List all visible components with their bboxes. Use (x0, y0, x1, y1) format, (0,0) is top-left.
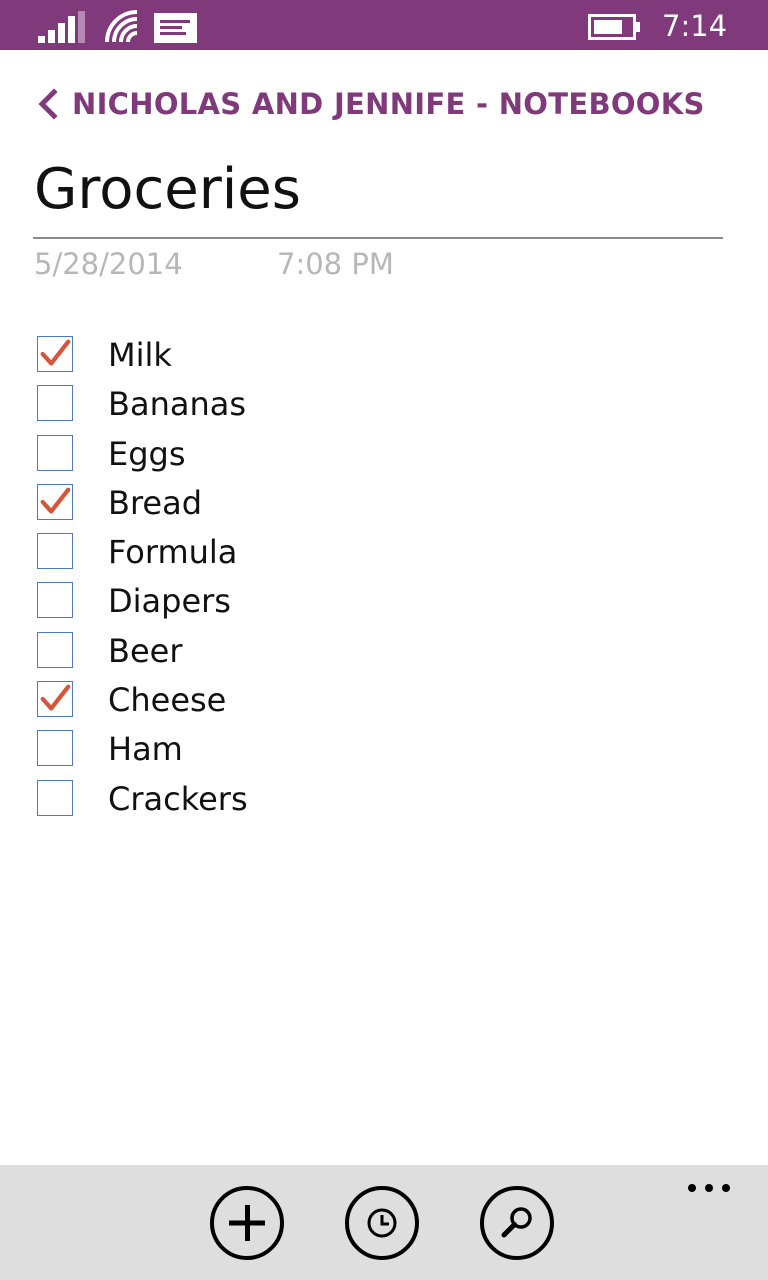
checkbox[interactable] (37, 730, 73, 767)
message-icon (154, 13, 197, 43)
checklist-item: Diapers (36, 578, 716, 627)
signal-strength-icon (38, 11, 85, 43)
checklist-item: Ham (36, 726, 716, 775)
checklist-item-label[interactable]: Milk (108, 332, 172, 378)
checklist-item-label[interactable]: Beer (108, 628, 182, 674)
breadcrumb-label: NICHOLAS AND JENNIFE - NOTEBOOKS (72, 87, 705, 121)
recent-clock-icon (345, 1186, 419, 1260)
checklist-item-label[interactable]: Cheese (108, 677, 226, 723)
checklist-item: Bananas (36, 381, 716, 430)
checkmark-icon (40, 339, 71, 366)
battery-icon (588, 14, 640, 40)
checkmark-icon (40, 487, 71, 514)
checkbox[interactable] (37, 385, 73, 422)
add-icon (210, 1186, 284, 1260)
checklist-item: Eggs (36, 431, 716, 480)
checklist-item-label[interactable]: Diapers (108, 578, 231, 624)
checklist-item-label[interactable]: Formula (108, 529, 237, 575)
checkbox[interactable] (37, 681, 73, 718)
checklist-item-label[interactable]: Bananas (108, 381, 246, 427)
checkbox[interactable] (37, 779, 73, 816)
checkbox[interactable] (37, 631, 73, 668)
recent-button[interactable] (344, 1185, 420, 1261)
ellipsis-icon (688, 1184, 730, 1192)
checklist-item-label[interactable]: Bread (108, 480, 202, 526)
status-clock: 7:14 (662, 9, 728, 43)
checklist-item: Formula (36, 529, 716, 578)
checklist-item-label[interactable]: Crackers (108, 776, 248, 822)
page-title[interactable]: Groceries (34, 150, 724, 230)
app-bar (0, 1165, 768, 1280)
checklist-item: Milk (36, 332, 716, 381)
checklist-item: Cheese (36, 677, 716, 726)
checkbox[interactable] (37, 483, 73, 520)
checklist-item: Crackers (36, 776, 716, 825)
wifi-icon (105, 10, 138, 43)
checkbox[interactable] (37, 434, 73, 471)
checkbox[interactable] (37, 533, 73, 570)
page-time: 7:08 PM (277, 247, 394, 281)
onenote-page-screen: 7:14 NICHOLAS AND JENNIFE - NOTEBOOKS Gr… (0, 0, 768, 1280)
checklist-item: Bread (36, 480, 716, 529)
grocery-checklist: Milk Bananas Eggs Bread Formula Diapers … (36, 332, 716, 825)
search-icon (480, 1186, 554, 1260)
new-page-button[interactable] (209, 1185, 285, 1261)
checklist-item-label[interactable]: Ham (108, 726, 183, 772)
checklist-item-label[interactable]: Eggs (108, 431, 186, 477)
checkbox[interactable] (37, 336, 73, 372)
checkmark-icon (40, 684, 71, 711)
chevron-left-icon (38, 88, 58, 120)
page-date: 5/28/2014 (34, 247, 183, 281)
checklist-item: Beer (36, 628, 716, 677)
notebook-breadcrumb[interactable]: NICHOLAS AND JENNIFE - NOTEBOOKS (36, 82, 705, 126)
search-button[interactable] (479, 1185, 555, 1261)
status-bar: 7:14 (0, 0, 768, 50)
checkbox[interactable] (37, 582, 73, 619)
title-divider (33, 237, 723, 239)
more-options-button[interactable] (680, 1175, 740, 1205)
